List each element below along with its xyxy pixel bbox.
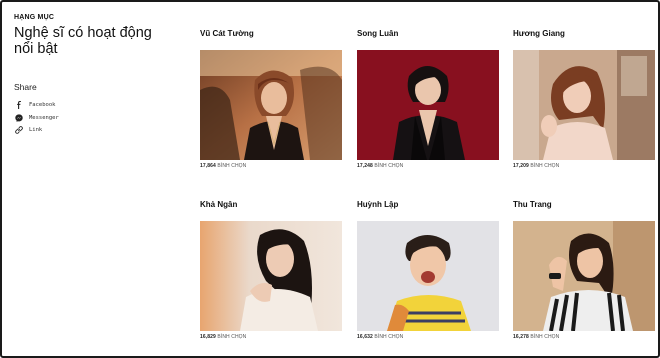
artist-card[interactable]: Khả Ngân 16,829 BÌNH CHỌN: [200, 200, 342, 340]
vote-count: 17,248 BÌNH CHỌN: [357, 163, 499, 169]
category-eyebrow: HẠNG MỤC: [14, 14, 55, 21]
artist-card[interactable]: Huỳnh Lập 16,632 BÌNH CHỌN: [357, 200, 499, 340]
artist-photo: [513, 50, 655, 160]
share-messenger-link[interactable]: Messenger: [14, 112, 174, 125]
facebook-icon: [14, 101, 23, 110]
artist-card[interactable]: Thu Trang 16,278 BÌNH CHỌN: [513, 200, 655, 340]
vote-count: 16,632 BÌNH CHỌN: [357, 334, 499, 340]
share-label: Share: [14, 82, 37, 92]
vote-count: 16,829 BÌNH CHỌN: [200, 334, 342, 340]
share-link-item[interactable]: Link: [14, 124, 174, 137]
vote-label: BÌNH CHỌN: [217, 334, 247, 340]
vote-number: 17,209: [513, 163, 529, 169]
share-messenger-label: Messenger: [29, 114, 59, 121]
artist-name: Khả Ngân: [200, 200, 238, 209]
vote-number: 16,278: [513, 334, 529, 340]
vote-count: 17,864 BÌNH CHỌN: [200, 163, 342, 169]
artist-name: Hương Giang: [513, 29, 565, 38]
share-facebook-link[interactable]: Facebook: [14, 99, 174, 112]
artist-name: Huỳnh Lập: [357, 200, 399, 209]
link-icon: [14, 126, 23, 135]
vote-number: 16,829: [200, 334, 216, 340]
page-title: Nghệ sĩ có hoạt động nổi bật: [14, 25, 152, 57]
artist-name: Thu Trang: [513, 200, 552, 209]
artist-photo: [357, 50, 499, 160]
vote-label: BÌNH CHỌN: [530, 163, 560, 169]
share-list: Facebook Messenger Link: [14, 99, 174, 137]
vote-number: 17,248: [357, 163, 373, 169]
vote-count: 17,209 BÌNH CHỌN: [513, 163, 655, 169]
vote-label: BÌNH CHỌN: [374, 163, 404, 169]
artist-card[interactable]: Hương Giang 17,209 BÌNH CHỌN: [513, 29, 655, 169]
vote-number: 16,632: [357, 334, 373, 340]
vote-label: BÌNH CHỌN: [217, 163, 247, 169]
artist-grid: Vũ Cát Tường 17,864 BÌNH CHỌN Song Luân …: [200, 29, 655, 349]
messenger-icon: [14, 113, 23, 122]
share-facebook-label: Facebook: [29, 102, 56, 109]
share-link-label: Link: [29, 127, 43, 134]
vote-label: BÌNH CHỌN: [374, 334, 404, 340]
artist-name: Song Luân: [357, 29, 399, 38]
artist-card[interactable]: Song Luân 17,248 BÌNH CHỌN: [357, 29, 499, 169]
sidebar: HẠNG MỤC Nghệ sĩ có hoạt động nổi bật Sh…: [14, 14, 174, 137]
artist-photo: [200, 221, 342, 331]
artist-card[interactable]: Vũ Cát Tường 17,864 BÌNH CHỌN: [200, 29, 342, 169]
vote-count: 16,278 BÌNH CHỌN: [513, 334, 655, 340]
artist-photo: [200, 50, 342, 160]
vote-label: BÌNH CHỌN: [530, 334, 560, 340]
artist-photo: [357, 221, 499, 331]
artist-name: Vũ Cát Tường: [200, 29, 254, 38]
page-frame: HẠNG MỤC Nghệ sĩ có hoạt động nổi bật Sh…: [0, 0, 660, 358]
artist-photo: [513, 221, 655, 331]
vote-number: 17,864: [200, 163, 216, 169]
